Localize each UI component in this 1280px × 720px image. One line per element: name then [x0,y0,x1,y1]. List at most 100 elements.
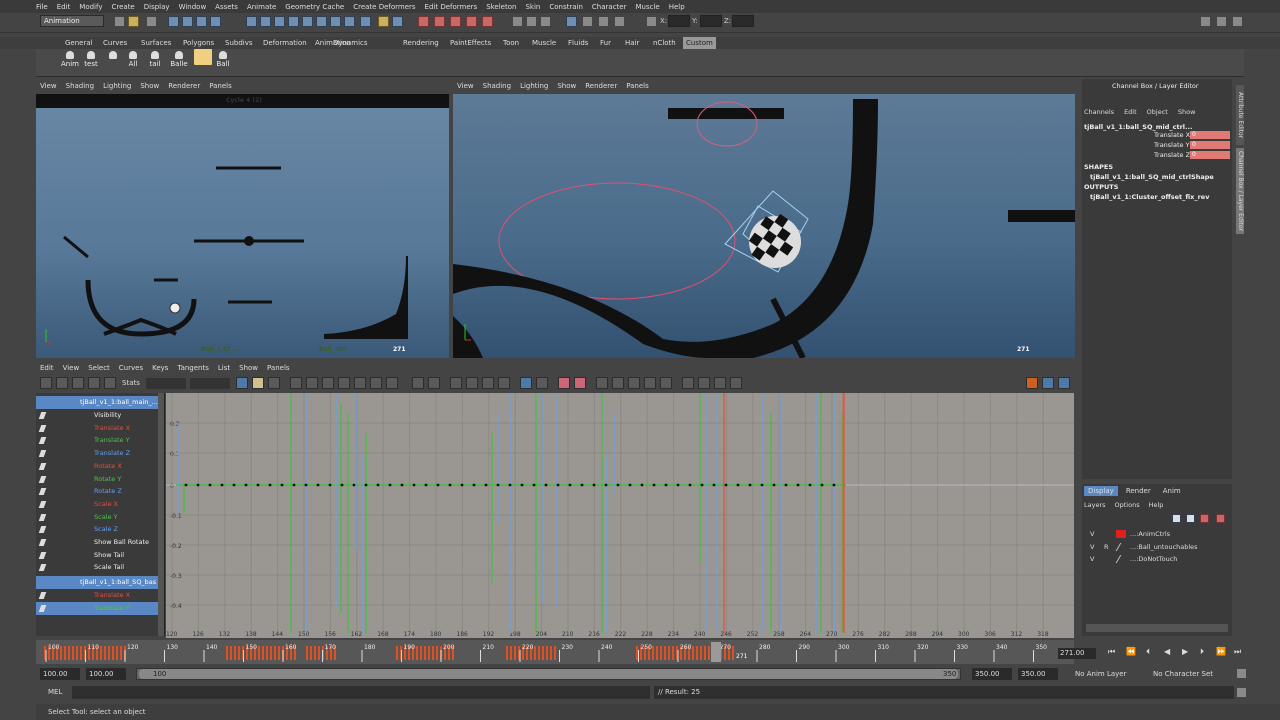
output-node[interactable]: tjBall_v1_1:Cluster_offset_fix_rev [1090,193,1209,201]
time-slider-key[interactable] [432,646,434,660]
keyframe[interactable] [832,483,836,487]
outliner-object-row[interactable]: tjBall_v1_1:ball_main_... [36,396,158,409]
layer-visibility-toggle[interactable]: V [1090,553,1094,565]
snap-curve-icon[interactable] [260,16,271,27]
pin-icon[interactable] [38,551,47,559]
tangent-weights-icon[interactable] [730,377,742,389]
outliner-attr-row[interactable]: Translate Y [36,601,158,615]
linear-tangent-icon[interactable] [338,377,350,389]
free-weight-icon[interactable] [482,377,494,389]
channel-menu-channels[interactable]: Channels [1084,108,1114,116]
shelf-tab-custom[interactable]: Custom [683,37,716,49]
keyframe[interactable] [712,483,716,487]
frame-playback-icon[interactable] [252,377,264,389]
keyframe[interactable] [388,483,392,487]
graph-menu-keys[interactable]: Keys [152,364,168,372]
keyframe[interactable] [208,483,212,487]
keyframe[interactable] [328,483,332,487]
help-icon[interactable] [360,16,371,27]
input-icon[interactable] [392,16,403,27]
pin-icon[interactable] [38,513,47,521]
keyframe[interactable] [292,483,296,487]
persp-icon[interactable] [598,16,609,27]
keyframe[interactable] [220,483,224,487]
layer-new-selected-icon[interactable] [1186,514,1195,523]
keyframe[interactable] [652,483,656,487]
keyframe[interactable] [304,483,308,487]
graph-layout-icon[interactable] [526,16,537,27]
keyframe[interactable] [184,483,188,487]
construction-icon[interactable] [344,16,355,27]
snap-view-icon[interactable] [316,16,327,27]
outliner-scrollbar[interactable] [158,393,164,636]
panel-menu-lighting[interactable]: Lighting [103,82,131,90]
graph-menu-curves[interactable]: Curves [119,364,143,372]
channel-menu-show[interactable]: Show [1178,108,1196,116]
channel-translate-y[interactable]: Translate Y [1154,141,1190,149]
shelf-item-all[interactable]: All [124,51,142,68]
playback-start-field[interactable]: 100.00 [86,668,126,680]
menu-file[interactable]: File [36,3,48,11]
pin-icon[interactable] [38,539,47,546]
time-slider-key[interactable] [266,646,268,660]
time-slider-key[interactable] [732,646,734,660]
layer-menu-options[interactable]: Options [1115,501,1140,509]
keyframe[interactable] [256,483,260,487]
time-slider-key[interactable] [270,646,272,660]
outliner-attr-row[interactable]: Translate X [36,422,158,435]
channel-value-translate-y[interactable]: 0 [1190,141,1230,149]
outliner-attr-row[interactable]: Translate Z [36,447,158,460]
y-field[interactable] [700,15,722,27]
time-slider-key[interactable] [420,646,422,660]
time-slider-key[interactable] [120,646,122,660]
graph-menu-edit[interactable]: Edit [40,364,54,372]
layer-color-swatch[interactable] [1116,530,1126,538]
outliner-attr-row[interactable]: Scale Z [36,523,158,536]
denormalize-icon[interactable] [612,377,624,389]
time-slider-key[interactable] [652,646,654,660]
z-field[interactable] [732,15,754,27]
keyframe[interactable] [724,483,728,487]
transform-mode-icon[interactable] [646,16,657,27]
time-slider-key[interactable] [510,646,512,660]
time-slider-key[interactable] [278,646,280,660]
menu-create-deformers[interactable]: Create Deformers [353,3,415,11]
persp-viewport[interactable]: 271 [453,94,1075,358]
graph-dope-icon[interactable] [1058,377,1070,389]
time-slider-key[interactable] [314,646,316,660]
clamped-tangent-icon[interactable] [322,377,334,389]
character-set-dropdown[interactable]: No Character Set [1150,668,1230,680]
select-hierarchy-icon[interactable] [168,16,179,27]
keyframe[interactable] [232,483,236,487]
time-slider-key[interactable] [554,646,556,660]
time-slider-key[interactable] [64,646,66,660]
play-forwards-icon[interactable]: ▶ [1182,647,1188,656]
keyframe[interactable] [364,483,368,487]
constant-infinity-icon[interactable] [682,377,694,389]
time-slider-key[interactable] [310,646,312,660]
keyframe[interactable] [544,483,548,487]
move-keys-icon[interactable] [40,377,52,389]
attribute-toggle-icon[interactable] [1232,16,1243,27]
script-editor-icon[interactable] [566,16,577,27]
time-slider-key[interactable] [80,646,82,660]
script-editor-button-icon[interactable] [1236,687,1247,698]
new-scene-icon[interactable] [114,16,125,27]
panel-menu-shading[interactable]: Shading [66,82,94,90]
keyframe[interactable] [556,483,560,487]
menu-geometry-cache[interactable]: Geometry Cache [285,3,344,11]
go-to-end-icon[interactable]: ⏭ [1234,647,1241,657]
save-scene-icon[interactable] [146,16,157,27]
step-back-frame-icon[interactable]: ⏴ [1146,647,1150,657]
plateau-tangent-icon[interactable] [386,377,398,389]
time-slider-key[interactable] [668,646,670,660]
keyframe[interactable] [628,483,632,487]
pin-icon[interactable] [38,462,47,470]
shelf-tab-dynamics[interactable]: Dynamics [330,37,371,49]
keyframe[interactable] [700,483,704,487]
keyframe[interactable] [796,483,800,487]
outliner-attr-row[interactable]: Visibility [36,409,158,422]
keyframe[interactable] [244,483,248,487]
time-slider-key[interactable] [396,646,398,660]
offset-icon[interactable] [644,377,656,389]
